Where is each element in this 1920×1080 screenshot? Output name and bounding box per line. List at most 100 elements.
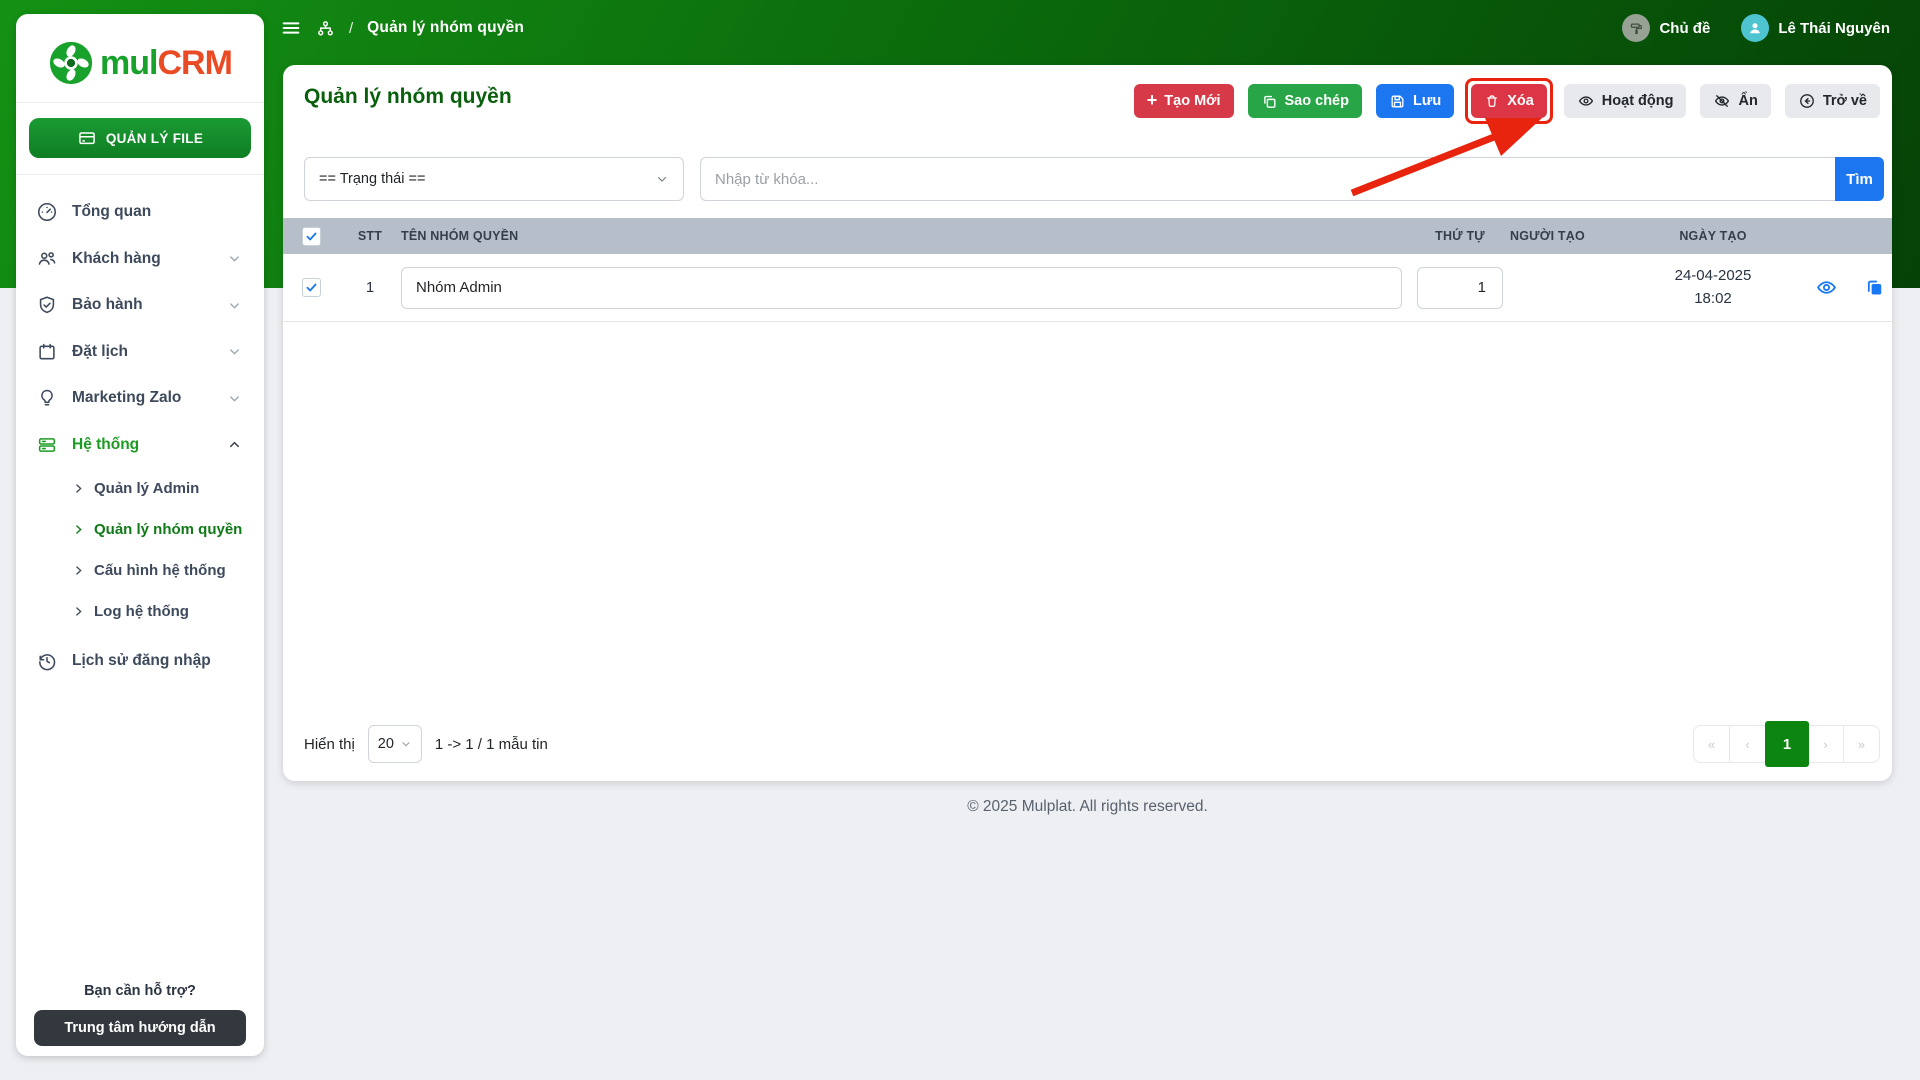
back-button-label: Trở về bbox=[1822, 93, 1867, 109]
sidebar-subitem-label: Quản lý nhóm quyền bbox=[94, 521, 243, 538]
divider bbox=[16, 102, 264, 103]
user-avatar-icon[interactable] bbox=[1741, 14, 1770, 42]
sidebar-item-he-thong[interactable]: Hệ thống bbox=[16, 422, 264, 469]
sitemap-icon[interactable] bbox=[316, 19, 335, 38]
sidebar-item-label: Lịch sử đăng nhập bbox=[72, 652, 211, 670]
file-manager-button[interactable]: QUẢN LÝ FILE bbox=[29, 118, 251, 158]
row-created-cell: 24-04-2025 18:02 bbox=[1618, 265, 1808, 310]
dashboard-icon bbox=[36, 201, 58, 223]
chevron-up-icon bbox=[227, 437, 242, 452]
sidebar-item-label: Hệ thống bbox=[72, 435, 140, 453]
save-button-label: Lưu bbox=[1412, 93, 1442, 109]
eye-icon bbox=[1577, 92, 1595, 110]
chevron-down-icon bbox=[227, 344, 242, 359]
row-stt: 1 bbox=[365, 279, 375, 296]
lightbulb-icon bbox=[36, 387, 58, 409]
page-title: Quản lý nhóm quyền bbox=[304, 85, 512, 108]
sidebar-item-label: Bảo hành bbox=[72, 296, 143, 314]
group-name-input[interactable] bbox=[401, 266, 1402, 309]
select-all-checkbox[interactable] bbox=[301, 226, 321, 246]
pager-last-button[interactable]: » bbox=[1843, 725, 1880, 763]
sidebar-item-khach-hang[interactable]: Khách hàng bbox=[16, 236, 264, 283]
copy-button-label: Sao chép bbox=[1284, 93, 1349, 109]
sidebar-item-tong-quan[interactable]: Tổng quan bbox=[16, 189, 264, 236]
sidebar-subitem-label: Cấu hình hệ thống bbox=[94, 562, 226, 579]
sidebar-item-lich-su-dang-nhap[interactable]: Lịch sử đăng nhập bbox=[16, 638, 264, 685]
row-created-date: 24-04-2025 bbox=[1674, 267, 1752, 284]
server-icon bbox=[36, 434, 58, 456]
chevron-down-icon bbox=[227, 251, 242, 266]
row-checkbox[interactable] bbox=[301, 278, 321, 297]
page-size-select[interactable]: 20 bbox=[367, 725, 422, 763]
save-icon bbox=[1389, 93, 1406, 110]
view-eye-icon[interactable] bbox=[1815, 276, 1838, 299]
pager: « ‹ 1 › » bbox=[1693, 721, 1880, 767]
help-center-button[interactable]: Trung tâm hướng dẫn bbox=[34, 1010, 246, 1046]
breadcrumb-current: Quản lý nhóm quyền bbox=[367, 19, 525, 36]
status-select[interactable]: == Trạng thái == bbox=[304, 157, 684, 201]
save-button[interactable]: Lưu bbox=[1375, 84, 1455, 118]
menu-icon[interactable] bbox=[280, 17, 302, 39]
shield-check-icon bbox=[36, 294, 58, 316]
plus-icon: + bbox=[1146, 90, 1158, 110]
sidebar-item-marketing-zalo[interactable]: Marketing Zalo bbox=[16, 375, 264, 422]
activate-button[interactable]: Hoạt động bbox=[1563, 84, 1687, 118]
chevron-right-icon bbox=[72, 564, 85, 577]
row-order-cell bbox=[1410, 266, 1510, 309]
records-info: 1 -> 1 / 1 mẫu tin bbox=[434, 735, 548, 753]
chevron-right-icon bbox=[72, 523, 85, 536]
table-row: 1 24-04-2025 18:02 bbox=[283, 254, 1892, 322]
sidebar-subitem-quan-ly-admin[interactable]: Quản lý Admin bbox=[16, 468, 264, 509]
chevron-down-icon bbox=[402, 742, 410, 747]
user-name[interactable]: Lê Thái Nguyên bbox=[1778, 20, 1890, 37]
sidebar-item-label: Tổng quan bbox=[72, 203, 152, 221]
sidebar-item-dat-lich[interactable]: Đặt lịch bbox=[16, 329, 264, 376]
topbar-right: Chủ đề Lê Thái Nguyên bbox=[1622, 0, 1890, 56]
hide-button-label: Ẩn bbox=[1738, 93, 1758, 109]
chevron-down-icon bbox=[227, 298, 242, 313]
sidebar-subitem-log-he-thong[interactable]: Log hệ thống bbox=[16, 591, 264, 632]
pager-page-1-button[interactable]: 1 bbox=[1765, 721, 1809, 767]
keyword-input[interactable] bbox=[700, 157, 1835, 201]
pagination-bar: Hiển thị 20 1 -> 1 / 1 mẫu tin « ‹ 1 › » bbox=[304, 721, 1880, 767]
group-order-input[interactable] bbox=[1417, 266, 1503, 309]
sidebar-item-label: Marketing Zalo bbox=[72, 389, 182, 407]
page-size-value: 20 bbox=[377, 736, 394, 752]
filter-bar: == Trạng thái == Tìm bbox=[304, 157, 1884, 201]
pager-prev-button[interactable]: ‹ bbox=[1729, 725, 1766, 763]
search-button[interactable]: Tìm bbox=[1835, 157, 1884, 201]
sidebar-subitem-quan-ly-nhom-quyen[interactable]: Quản lý nhóm quyền bbox=[16, 509, 264, 550]
trash-icon bbox=[1484, 93, 1500, 109]
delete-button[interactable]: Xóa bbox=[1471, 84, 1547, 118]
delete-button-label: Xóa bbox=[1507, 93, 1534, 109]
paint-roller-icon[interactable] bbox=[1622, 14, 1651, 42]
divider bbox=[16, 174, 264, 175]
sidebar-nav: Tổng quan Khách hàng Bảo hành Đặt lịch M… bbox=[16, 189, 264, 685]
back-button[interactable]: Trở về bbox=[1784, 84, 1880, 118]
annotation-highlight-box: Xóa bbox=[1465, 78, 1553, 124]
activate-button-label: Hoạt động bbox=[1601, 93, 1674, 109]
pager-next-button[interactable]: › bbox=[1807, 725, 1844, 763]
chevron-right-icon bbox=[72, 605, 85, 618]
create-button[interactable]: + Tạo Mới bbox=[1133, 84, 1234, 118]
hide-button[interactable]: Ẩn bbox=[1700, 84, 1771, 118]
copy-icon bbox=[1261, 93, 1278, 110]
table-header-checkbox-cell bbox=[283, 226, 339, 246]
copy-button[interactable]: Sao chép bbox=[1247, 84, 1362, 118]
column-header-order: THỨ TỰ bbox=[1435, 229, 1485, 243]
sidebar-subitem-label: Log hệ thống bbox=[94, 603, 189, 620]
status-select-value: == Trạng thái == bbox=[319, 171, 426, 187]
system-submenu: Quản lý Admin Quản lý nhóm quyền Cấu hìn… bbox=[16, 468, 264, 632]
theme-button[interactable]: Chủ đề bbox=[1659, 20, 1710, 37]
sidebar-item-bao-hanh[interactable]: Bảo hành bbox=[16, 282, 264, 329]
column-header-created: NGÀY TẠO bbox=[1679, 229, 1747, 243]
action-toolbar: + Tạo Mới Sao chép Lưu Xóa Hoạt động Ẩn … bbox=[1133, 78, 1880, 124]
pager-first-button[interactable]: « bbox=[1693, 725, 1730, 763]
duplicate-copy-icon[interactable] bbox=[1864, 277, 1885, 298]
row-created-time: 18:02 bbox=[1694, 289, 1732, 307]
keyword-search-group: Tìm bbox=[700, 157, 1884, 201]
eye-off-icon bbox=[1713, 92, 1731, 110]
sidebar-subitem-cau-hinh-he-thong[interactable]: Cấu hình hệ thống bbox=[16, 550, 264, 591]
breadcrumb: / Quản lý nhóm quyền bbox=[280, 17, 524, 39]
calendar-icon bbox=[36, 341, 58, 363]
